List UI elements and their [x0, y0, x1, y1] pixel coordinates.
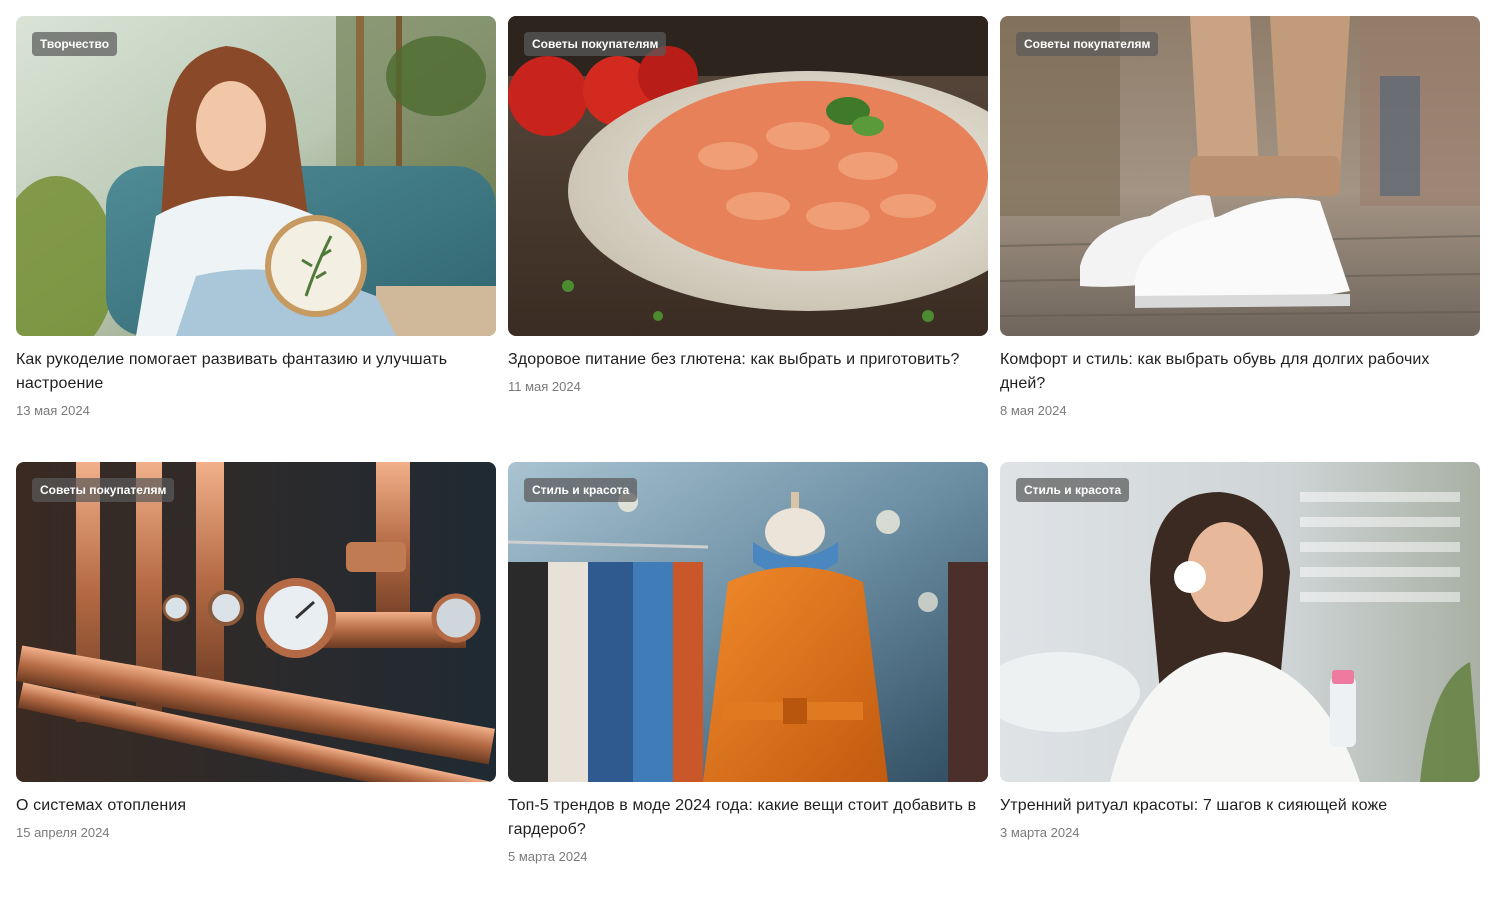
articles-grid: Творчество Как рукоделие помогает развив… [16, 16, 1480, 908]
category-badge[interactable]: Творчество [32, 32, 118, 56]
article-title[interactable]: Утренний ритуал красоты: 7 шагов к сияющ… [1000, 794, 1475, 818]
article-title[interactable]: Как рукоделие помогает развивать фантази… [16, 348, 491, 396]
category-badge[interactable]: Советы покупателям [524, 32, 667, 56]
orange-coat-mannequin-photo [508, 462, 988, 782]
article-image[interactable]: Стиль и красота [1000, 462, 1480, 782]
article-image[interactable]: Стиль и красота [508, 462, 988, 782]
woman-embroidery-photo [16, 16, 496, 336]
article-card[interactable]: Советы покупателям Здоровое питание без … [508, 16, 988, 462]
category-badge[interactable]: Советы покупателям [32, 478, 175, 502]
pasta-plate-photo [508, 16, 988, 336]
white-sneakers-photo [1000, 16, 1480, 336]
article-card[interactable]: Советы покупателям Комфорт и стиль: как … [1000, 16, 1480, 462]
article-title[interactable]: Топ-5 трендов в моде 2024 года: какие ве… [508, 794, 983, 842]
article-date: 13 мая 2024 [16, 403, 90, 418]
article-card[interactable]: Советы покупателям О системах отопления … [16, 462, 496, 908]
article-date: 8 мая 2024 [1000, 403, 1067, 418]
article-title[interactable]: О системах отопления [16, 794, 491, 818]
article-title[interactable]: Здоровое питание без глютена: как выбрат… [508, 348, 983, 372]
article-date: 5 марта 2024 [508, 849, 588, 864]
article-image[interactable]: Советы покупателям [1000, 16, 1480, 336]
category-badge[interactable]: Стиль и красота [524, 478, 638, 502]
article-card[interactable]: Творчество Как рукоделие помогает развив… [16, 16, 496, 462]
category-badge[interactable]: Стиль и красота [1016, 478, 1130, 502]
article-card[interactable]: Стиль и красота Топ-5 трендов в моде 202… [508, 462, 988, 908]
heating-pipes-photo [16, 462, 496, 782]
article-image[interactable]: Советы покупателям [508, 16, 988, 336]
woman-skincare-photo [1000, 462, 1480, 782]
article-title[interactable]: Комфорт и стиль: как выбрать обувь для д… [1000, 348, 1475, 396]
article-date: 11 мая 2024 [508, 379, 581, 394]
article-date: 15 апреля 2024 [16, 825, 110, 840]
article-card[interactable]: Стиль и красота Утренний ритуал красоты:… [1000, 462, 1480, 908]
category-badge[interactable]: Советы покупателям [1016, 32, 1159, 56]
article-image[interactable]: Творчество [16, 16, 496, 336]
article-date: 3 марта 2024 [1000, 825, 1080, 840]
article-image[interactable]: Советы покупателям [16, 462, 496, 782]
